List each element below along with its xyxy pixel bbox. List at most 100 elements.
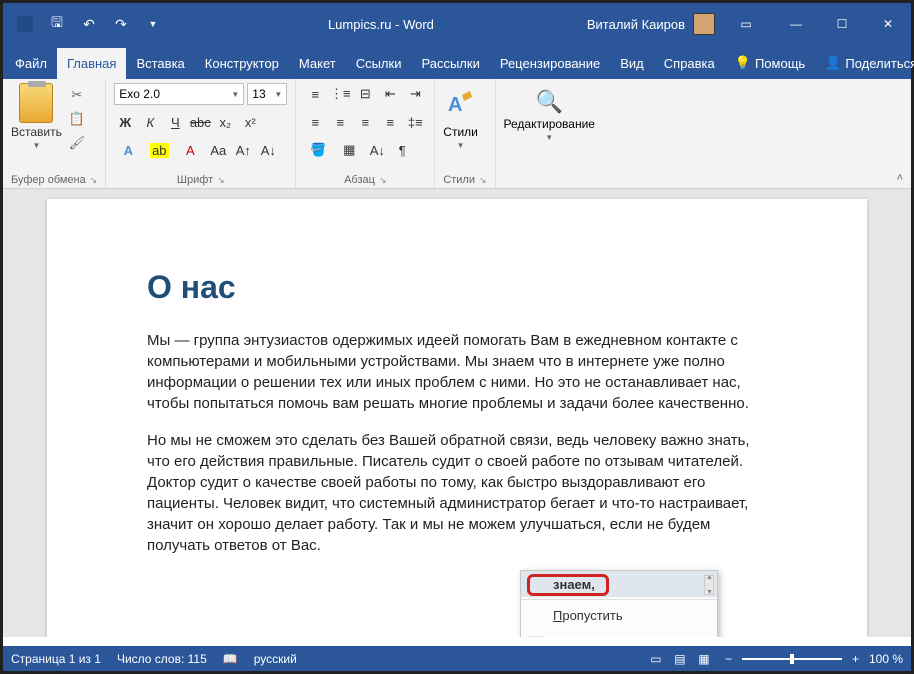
text-effects-button[interactable]: A <box>114 139 142 161</box>
highlight-button[interactable]: ab <box>145 139 173 161</box>
editing-label: Редактирование <box>504 117 595 131</box>
cut-button[interactable]: ✂ <box>68 87 86 103</box>
show-marks-button[interactable]: ¶ <box>391 139 413 161</box>
heading: О нас <box>147 269 767 306</box>
tab-view[interactable]: Вид <box>610 48 654 79</box>
indent-decrease-button[interactable]: ⇤ <box>379 83 401 105</box>
page[interactable]: О нас Мы — группа энтузиастов одержимых … <box>47 199 867 637</box>
font-size-combo[interactable]: 13▼ <box>247 83 287 105</box>
grow-font-button[interactable]: A↑ <box>232 139 254 161</box>
context-menu: знаем, Пропустить 📖 Грамматика... ✂ Выре… <box>520 570 718 637</box>
clipboard-icon <box>19 83 53 123</box>
zoom-level[interactable]: 100 % <box>869 652 903 666</box>
undo-button[interactable]: ↶ <box>75 10 103 38</box>
sort-button[interactable]: A↓ <box>366 139 388 161</box>
justify-button[interactable]: ≡ <box>379 111 401 133</box>
paragraph-2: Но мы не сможем это сделать без Вашей об… <box>147 430 767 556</box>
tab-references[interactable]: Ссылки <box>346 48 412 79</box>
bullets-button[interactable]: ≡ <box>304 83 326 105</box>
zoom-thumb[interactable] <box>790 654 794 664</box>
paragraph-launcher[interactable]: ↘ <box>379 175 387 186</box>
word-count[interactable]: Число слов: 115 <box>117 652 207 666</box>
shrink-font-button[interactable]: A↓ <box>257 139 279 161</box>
ribbon: Вставить ▼ ✂ 📋 🖌 Буфер обмена↘ Exo 2.0▼ … <box>3 79 911 189</box>
tab-review[interactable]: Рецензирование <box>490 48 610 79</box>
minimize-button[interactable]: — <box>773 3 819 45</box>
tab-mailings[interactable]: Рассылки <box>411 48 489 79</box>
styles-button[interactable]: A Стили ▼ <box>443 83 478 150</box>
context-suggestion[interactable]: знаем, <box>521 571 717 597</box>
align-center-button[interactable]: ≡ <box>329 111 351 133</box>
tab-home[interactable]: Главная <box>57 48 126 79</box>
language-indicator[interactable]: русский <box>254 652 297 666</box>
clipboard-launcher[interactable]: ↘ <box>90 175 98 186</box>
change-case-button[interactable]: Aa <box>207 139 229 161</box>
tab-insert[interactable]: Вставка <box>126 48 194 79</box>
clipboard-group-label: Буфер обмена <box>11 174 86 186</box>
save-button[interactable]: 🖫 <box>43 10 71 38</box>
format-painter-button[interactable]: 🖌 <box>68 135 86 151</box>
subscript-button[interactable]: x₂ <box>214 111 236 133</box>
ribbon-display-button[interactable]: ▭ <box>723 3 769 45</box>
tab-file[interactable]: Файл <box>5 48 57 79</box>
multilevel-button[interactable]: ⊟ <box>354 83 376 105</box>
group-styles: A Стили ▼ Стили↘ <box>435 79 495 188</box>
view-buttons: ▭ ▤ ▦ <box>645 650 715 668</box>
ribbon-tabs: Файл Главная Вставка Конструктор Макет С… <box>3 45 911 79</box>
tab-assist[interactable]: 💡Помощь <box>725 47 815 79</box>
read-mode-button[interactable]: ▭ <box>645 650 667 668</box>
word-icon[interactable] <box>11 10 39 38</box>
shading-button[interactable]: 🪣 <box>304 139 332 161</box>
collapse-ribbon-button[interactable]: ˄ <box>897 172 903 184</box>
web-layout-button[interactable]: ▦ <box>693 650 715 668</box>
paste-button[interactable]: Вставить ▼ <box>11 83 62 150</box>
tab-layout[interactable]: Макет <box>289 48 346 79</box>
borders-button[interactable]: ▦ <box>335 139 363 161</box>
close-button[interactable]: ✕ <box>865 3 911 45</box>
tab-design[interactable]: Конструктор <box>195 48 289 79</box>
page-indicator[interactable]: Страница 1 из 1 <box>11 652 101 666</box>
line-spacing-button[interactable]: ‡≡ <box>404 111 426 133</box>
zoom-in-button[interactable]: + <box>852 652 859 666</box>
styles-launcher[interactable]: ↘ <box>479 175 487 186</box>
skip-text: Пропустить <box>553 608 709 623</box>
copy-button[interactable]: 📋 <box>68 111 86 127</box>
proofing-icon[interactable]: 📖 <box>223 652 238 666</box>
strike-button[interactable]: abc <box>189 111 211 133</box>
align-right-button[interactable]: ≡ <box>354 111 376 133</box>
avatar[interactable] <box>693 13 715 35</box>
zoom-slider[interactable] <box>742 658 842 660</box>
editing-button[interactable]: 🔍 Редактирование ▼ <box>504 83 595 142</box>
font-name-combo[interactable]: Exo 2.0▼ <box>114 83 244 105</box>
quick-access-toolbar: 🖫 ↶ ↷ ▼ <box>3 10 175 38</box>
redo-button[interactable]: ↷ <box>107 10 135 38</box>
numbering-button[interactable]: ⋮≡ <box>329 83 351 105</box>
group-paragraph: ≡ ⋮≡ ⊟ ⇤ ⇥ ≡ ≡ ≡ ≡ ‡≡ 🪣 ▦ A↓ ¶ <box>296 79 435 188</box>
underline-button[interactable]: Ч <box>164 111 186 133</box>
bulb-icon: 💡 <box>735 55 751 71</box>
group-clipboard: Вставить ▼ ✂ 📋 🖌 Буфер обмена ↘ <box>3 79 106 188</box>
zoom-out-button[interactable]: − <box>725 652 732 666</box>
print-layout-button[interactable]: ▤ <box>669 650 691 668</box>
context-grammar[interactable]: 📖 Грамматика... <box>521 628 717 637</box>
share-label: Поделиться <box>845 56 914 71</box>
font-color-button[interactable]: A <box>176 139 204 161</box>
paragraph-1: Мы — группа энтузиастов одержимых идеей … <box>147 330 767 414</box>
bold-button[interactable]: Ж <box>114 111 136 133</box>
indent-increase-button[interactable]: ⇥ <box>404 83 426 105</box>
suggestion-text: знаем, <box>553 577 709 592</box>
book-icon: 📖 <box>527 633 545 637</box>
italic-button[interactable]: К <box>139 111 161 133</box>
context-scroll[interactable] <box>704 575 714 595</box>
align-left-button[interactable]: ≡ <box>304 111 326 133</box>
paste-dropdown-icon: ▼ <box>32 141 40 150</box>
qat-customize[interactable]: ▼ <box>139 10 167 38</box>
font-group-label: Шрифт <box>177 174 213 186</box>
font-launcher[interactable]: ↘ <box>217 175 225 186</box>
tab-share[interactable]: 👤Поделиться <box>815 47 914 79</box>
superscript-button[interactable]: x² <box>239 111 261 133</box>
context-skip[interactable]: Пропустить <box>521 602 717 628</box>
maximize-button[interactable]: ☐ <box>819 3 865 45</box>
tab-help[interactable]: Справка <box>654 48 725 79</box>
styles-icon: A <box>444 89 478 123</box>
